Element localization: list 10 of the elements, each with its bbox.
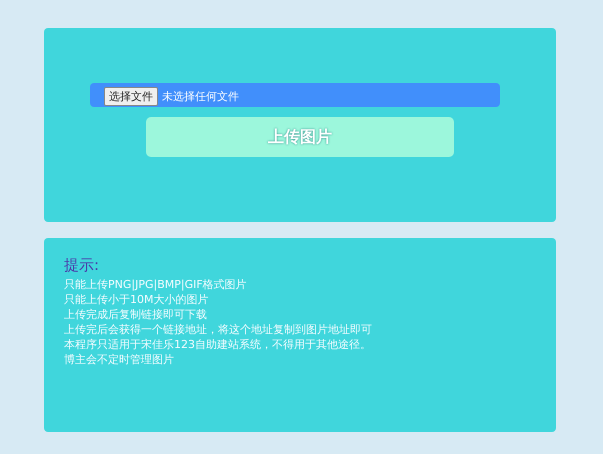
file-input[interactable]: 选择文件 未选择任何文件 (90, 83, 500, 107)
tip-text: 只能上传PNG|JPG|BMP|GIF格式图片 (64, 277, 247, 292)
tip-text: 上传完后会获得一个链接地址，将这个地址复制到图片地址即可 (64, 322, 372, 337)
file-status: 未选择任何文件 (162, 89, 239, 104)
tip-text: 本程序只适用于宋佳乐123自助建站系统，不得用于其他途径。 (64, 337, 371, 352)
choose-file-button[interactable]: 选择文件 (104, 87, 158, 106)
tip-text: 上传完成后复制链接即可下载 (64, 307, 207, 322)
tips-title: 提示: (64, 256, 100, 275)
tip-text: 只能上传小于10M大小的图片 (64, 292, 208, 307)
tip-text: 博主会不定时管理图片 (64, 352, 174, 367)
